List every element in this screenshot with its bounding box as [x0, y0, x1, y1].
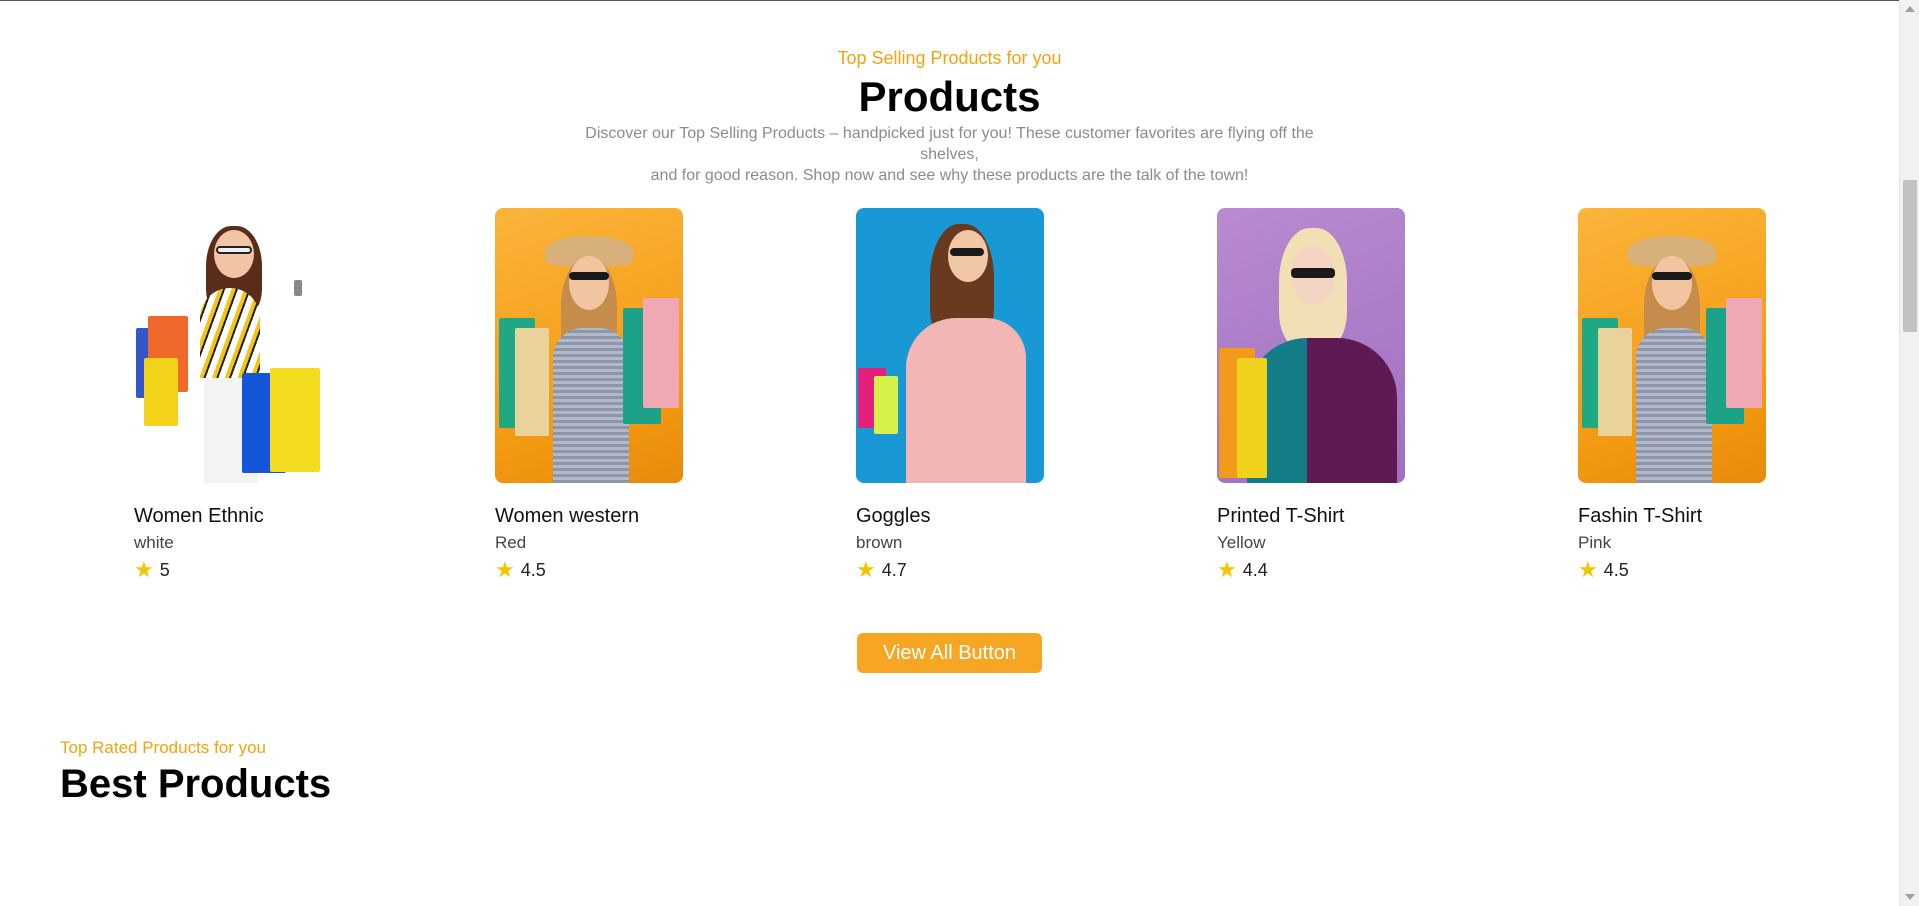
products-header: Top Selling Products for you Products Di…: [0, 48, 1899, 186]
section-subtitle: Top Selling Products for you: [837, 48, 1062, 68]
product-card-women-western[interactable]: Women western Red ★ 4.5: [495, 208, 683, 583]
product-name[interactable]: Women western: [495, 503, 683, 529]
product-color: brown: [856, 533, 903, 552]
description-line-2: and for good reason. Shop now and see wh…: [650, 167, 1249, 184]
product-card-goggles[interactable]: Goggles brown ★ 4.7: [856, 208, 1044, 583]
product-rating: ★ 4.4: [1217, 557, 1405, 583]
top-border: [0, 0, 1899, 1]
best-title: Best Products: [60, 762, 332, 806]
best-products-header: Top Rated Products for you Best Products: [60, 738, 331, 808]
rating-value: 5: [159, 560, 170, 580]
star-icon: ★: [1217, 557, 1237, 582]
section-description: Discover our Top Selling Products – hand…: [570, 123, 1330, 186]
rating-value: 4.4: [1242, 560, 1268, 580]
product-color: Yellow: [1217, 533, 1266, 552]
star-icon: ★: [134, 557, 154, 582]
star-icon: ★: [856, 557, 876, 582]
product-image[interactable]: [495, 208, 683, 483]
product-card-printed-t-shirt[interactable]: Printed T-Shirt Yellow ★ 4.4: [1217, 208, 1405, 583]
product-image[interactable]: [1217, 208, 1405, 483]
product-card-women-ethnic[interactable]: Women Ethnic white ★ 5: [134, 208, 322, 583]
vertical-scrollbar[interactable]: [1899, 0, 1919, 906]
product-color: white: [134, 533, 174, 552]
product-rating: ★ 4.5: [1578, 557, 1766, 583]
best-subtitle: Top Rated Products for you: [60, 738, 267, 757]
product-image[interactable]: [856, 208, 1044, 483]
scrollbar-thumb[interactable]: [1903, 180, 1917, 332]
product-rating: ★ 4.7: [856, 557, 1044, 583]
product-image[interactable]: [1578, 208, 1766, 483]
product-rating: ★ 5: [134, 557, 322, 583]
product-rating: ★ 4.5: [495, 557, 683, 583]
product-name[interactable]: Fashin T-Shirt: [1578, 503, 1766, 529]
product-image[interactable]: [134, 208, 322, 483]
product-name[interactable]: Goggles: [856, 503, 1044, 529]
product-name[interactable]: Women Ethnic: [134, 503, 322, 529]
rating-value: 4.5: [520, 560, 546, 580]
product-color: Red: [495, 533, 527, 552]
rating-value: 4.7: [881, 560, 907, 580]
description-line-1: Discover our Top Selling Products – hand…: [585, 125, 1314, 163]
view-all-button[interactable]: View All Button: [857, 633, 1042, 673]
product-name[interactable]: Printed T-Shirt: [1217, 503, 1405, 529]
rating-value: 4.5: [1603, 560, 1629, 580]
star-icon: ★: [1578, 557, 1598, 582]
product-card-fashin-t-shirt[interactable]: Fashin T-Shirt Pink ★ 4.5: [1578, 208, 1766, 583]
product-color: Pink: [1578, 533, 1612, 552]
star-icon: ★: [495, 557, 515, 582]
scroll-up-icon[interactable]: [1905, 6, 1915, 12]
scroll-down-icon[interactable]: [1905, 894, 1915, 900]
section-title: Products: [858, 73, 1041, 120]
